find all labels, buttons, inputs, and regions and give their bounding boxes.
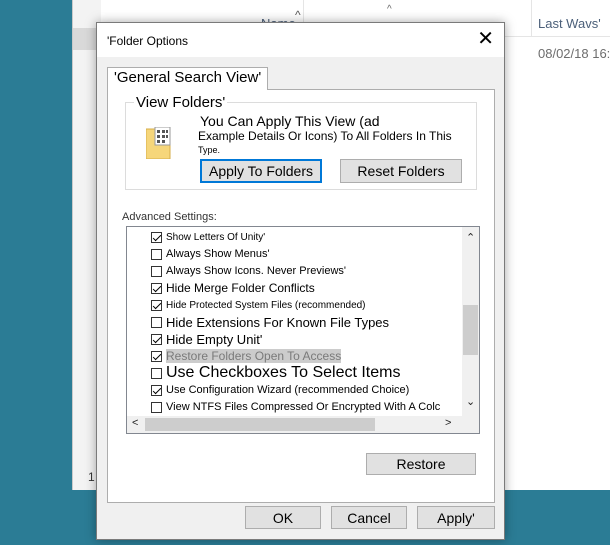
setting-show-ntfs-color[interactable]: View NTFS Files Compressed Or Encrypted … [151, 399, 440, 415]
checkbox-icon[interactable] [151, 231, 162, 243]
scroll-down-icon[interactable]: ⌄ [466, 395, 475, 408]
reset-folders-button[interactable]: Reset Folders [340, 159, 462, 183]
setting-label: View NTFS Files Compressed Or Encrypted … [166, 401, 441, 413]
horizontal-scrollbar[interactable]: < > [127, 416, 479, 433]
setting-label: Always Show Menus' [166, 248, 270, 260]
dialog-titlebar[interactable]: 'Folder Options ✕ [97, 23, 504, 57]
view-folders-description-line2: Example Details Or Icons) To All Folders… [198, 129, 452, 143]
setting-hide-extensions[interactable]: Hide Extensions For Known File Types [151, 314, 389, 330]
vertical-scroll-thumb[interactable] [463, 305, 478, 355]
setting-label: Restore Folders Open To Access [166, 349, 342, 363]
view-folders-description-line1: You Can Apply This View (ad [200, 113, 380, 129]
setting-label: Hide Protected System Files (recommended… [166, 299, 366, 311]
folder-options-dialog: 'Folder Options ✕ 'General Search View' … [96, 22, 505, 540]
setting-show-drive-letters[interactable]: Show Letters Of Unity' [151, 229, 265, 245]
checkbox-icon[interactable] [151, 384, 162, 396]
view-folders-group: View Folders' You Can Apply This View (a… [125, 94, 477, 190]
cancel-button[interactable]: Cancel [331, 506, 407, 529]
setting-always-show-icons[interactable]: Always Show Icons. Never Previews' [151, 263, 346, 279]
setting-label: Show Letters Of Unity' [166, 231, 266, 243]
vertical-scrollbar[interactable]: ⌃ ⌄ [462, 227, 479, 416]
checkbox-icon[interactable] [151, 333, 162, 345]
sort-chevron-icon: ^ [387, 4, 392, 15]
checkbox-icon[interactable] [151, 265, 162, 277]
status-item-count: 1 [88, 470, 95, 484]
setting-hide-empty-drives[interactable]: Hide Empty Unit' [151, 331, 262, 347]
date-modified-cell: 08/02/18 16:3 [538, 46, 610, 61]
setting-use-checkboxes[interactable]: Use Checkboxes To Select Items [151, 364, 401, 381]
setting-hide-protected-files[interactable]: Hide Protected System Files (recommended… [151, 297, 366, 313]
checkbox-icon[interactable] [151, 367, 162, 379]
restore-defaults-button[interactable]: Restore [366, 453, 476, 475]
checkbox-icon[interactable] [151, 299, 162, 311]
checkbox-icon[interactable] [151, 401, 162, 413]
setting-always-show-menus[interactable]: Always Show Menus' [151, 246, 270, 262]
scroll-right-icon[interactable]: > [445, 417, 451, 429]
column-last-header[interactable]: Last Wavs' [538, 16, 601, 31]
column-separator[interactable] [531, 0, 532, 36]
checkbox-icon[interactable] [151, 282, 162, 294]
folder-icon [146, 127, 171, 159]
advanced-settings-label: Advanced Settings: [122, 211, 217, 223]
scroll-up-icon[interactable]: ⌃ [466, 231, 475, 244]
view-folders-legend: View Folders' [134, 94, 228, 111]
tab-panel: View Folders' You Can Apply This View (a… [107, 89, 495, 503]
checkbox-icon[interactable] [151, 248, 162, 260]
setting-label: Use Configuration Wizard (recommended Ch… [166, 384, 410, 396]
setting-label: Hide Empty Unit' [166, 331, 263, 347]
dialog-title: 'Folder Options [107, 34, 188, 48]
ok-button[interactable]: OK [245, 506, 321, 529]
checkbox-icon[interactable] [151, 350, 162, 362]
setting-hide-merge-conflicts[interactable]: Hide Merge Folder Conflicts [151, 280, 315, 296]
advanced-settings-tree[interactable]: Show Letters Of Unity' Always Show Menus… [126, 226, 480, 434]
setting-label: Use Checkboxes To Select Items [166, 364, 401, 381]
checkbox-icon[interactable] [151, 316, 162, 328]
setting-label: Always Show Icons. Never Previews' [166, 265, 346, 277]
view-folders-description-line3: Type. [198, 145, 221, 155]
close-icon[interactable]: ✕ [477, 28, 494, 50]
apply-button[interactable]: Apply' [417, 506, 495, 529]
apply-to-folders-button[interactable]: Apply To Folders [200, 159, 322, 183]
setting-use-sharing-wizard[interactable]: Use Configuration Wizard (recommended Ch… [151, 382, 409, 398]
setting-label: Hide Merge Folder Conflicts [166, 281, 315, 295]
setting-restore-folders[interactable]: Restore Folders Open To Access [151, 348, 342, 364]
tab-general-search-view[interactable]: 'General Search View' [107, 67, 269, 90]
scroll-left-icon[interactable]: < [132, 417, 138, 429]
setting-label: Hide Extensions For Known File Types [166, 314, 390, 330]
horizontal-scroll-thumb[interactable] [145, 418, 375, 431]
